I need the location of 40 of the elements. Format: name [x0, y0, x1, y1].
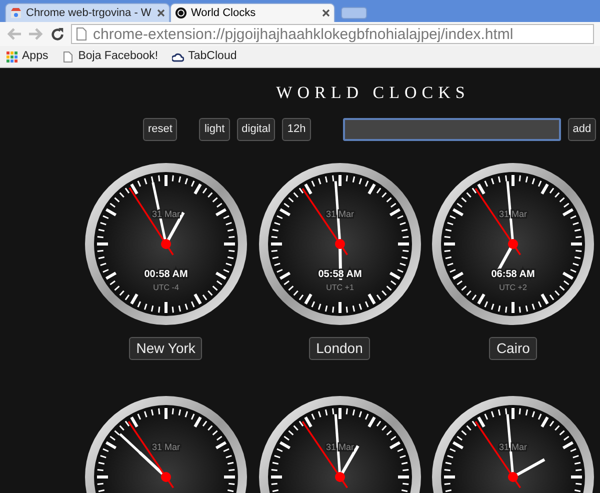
- browser-tab[interactable]: Chrome web-trgovina - W: [5, 3, 170, 22]
- tab-title: Chrome web-trgovina - W: [26, 6, 152, 21]
- city-button[interactable]: London: [309, 337, 370, 360]
- clock-date: 31 Mar: [499, 209, 528, 219]
- apps-grid-icon: [6, 50, 18, 62]
- bookmark[interactable]: TabCloud: [172, 48, 237, 66]
- forward-icon[interactable]: [28, 27, 44, 41]
- page-icon: [62, 50, 74, 62]
- city-button[interactable]: Cairo: [489, 337, 537, 360]
- control-button[interactable]: light: [199, 118, 230, 141]
- city-button[interactable]: New York: [129, 337, 202, 360]
- close-icon[interactable]: [157, 9, 165, 17]
- reload-icon[interactable]: [50, 26, 65, 42]
- page-icon: [76, 27, 87, 41]
- new-tab-button[interactable]: [341, 7, 367, 19]
- address-text: chrome-extension://pjgoijhajhaahklokegbfnohialajpej/index.html: [93, 26, 514, 42]
- utc-offset: UTC +1: [326, 283, 354, 292]
- control-button[interactable]: reset: [143, 118, 178, 141]
- utc-offset: UTC +2: [499, 283, 528, 292]
- cloud-icon: [172, 50, 184, 62]
- bookmark[interactable]: Boja Facebook!: [62, 48, 158, 66]
- add-button[interactable]: add: [568, 118, 596, 141]
- address-bar[interactable]: chrome-extension://pjgoijhajhaahklokegbfnohialajpej/index.html: [71, 24, 594, 44]
- control-button[interactable]: digital: [236, 118, 276, 141]
- clock-time: 00:58 AM: [144, 269, 188, 280]
- browser-tab[interactable]: World Clocks: [170, 3, 335, 22]
- control-button[interactable]: 12h: [282, 118, 311, 141]
- close-icon[interactable]: [322, 9, 330, 17]
- clock-icon: [175, 7, 187, 19]
- tab-title: World Clocks: [191, 6, 257, 21]
- city-input-field[interactable]: [342, 118, 561, 141]
- utc-offset: UTC -4: [152, 283, 179, 292]
- clock-date: 31 Mar: [152, 442, 180, 452]
- back-icon[interactable]: [6, 27, 22, 41]
- page-title: WORLD CLOCKS: [275, 82, 471, 104]
- store-icon: [10, 7, 22, 19]
- clock-date: 31 Mar: [326, 442, 354, 452]
- bookmark[interactable]: Apps: [6, 48, 48, 66]
- clock-date: 31 Mar: [326, 209, 354, 219]
- clock-date: 31 Mar: [499, 442, 528, 452]
